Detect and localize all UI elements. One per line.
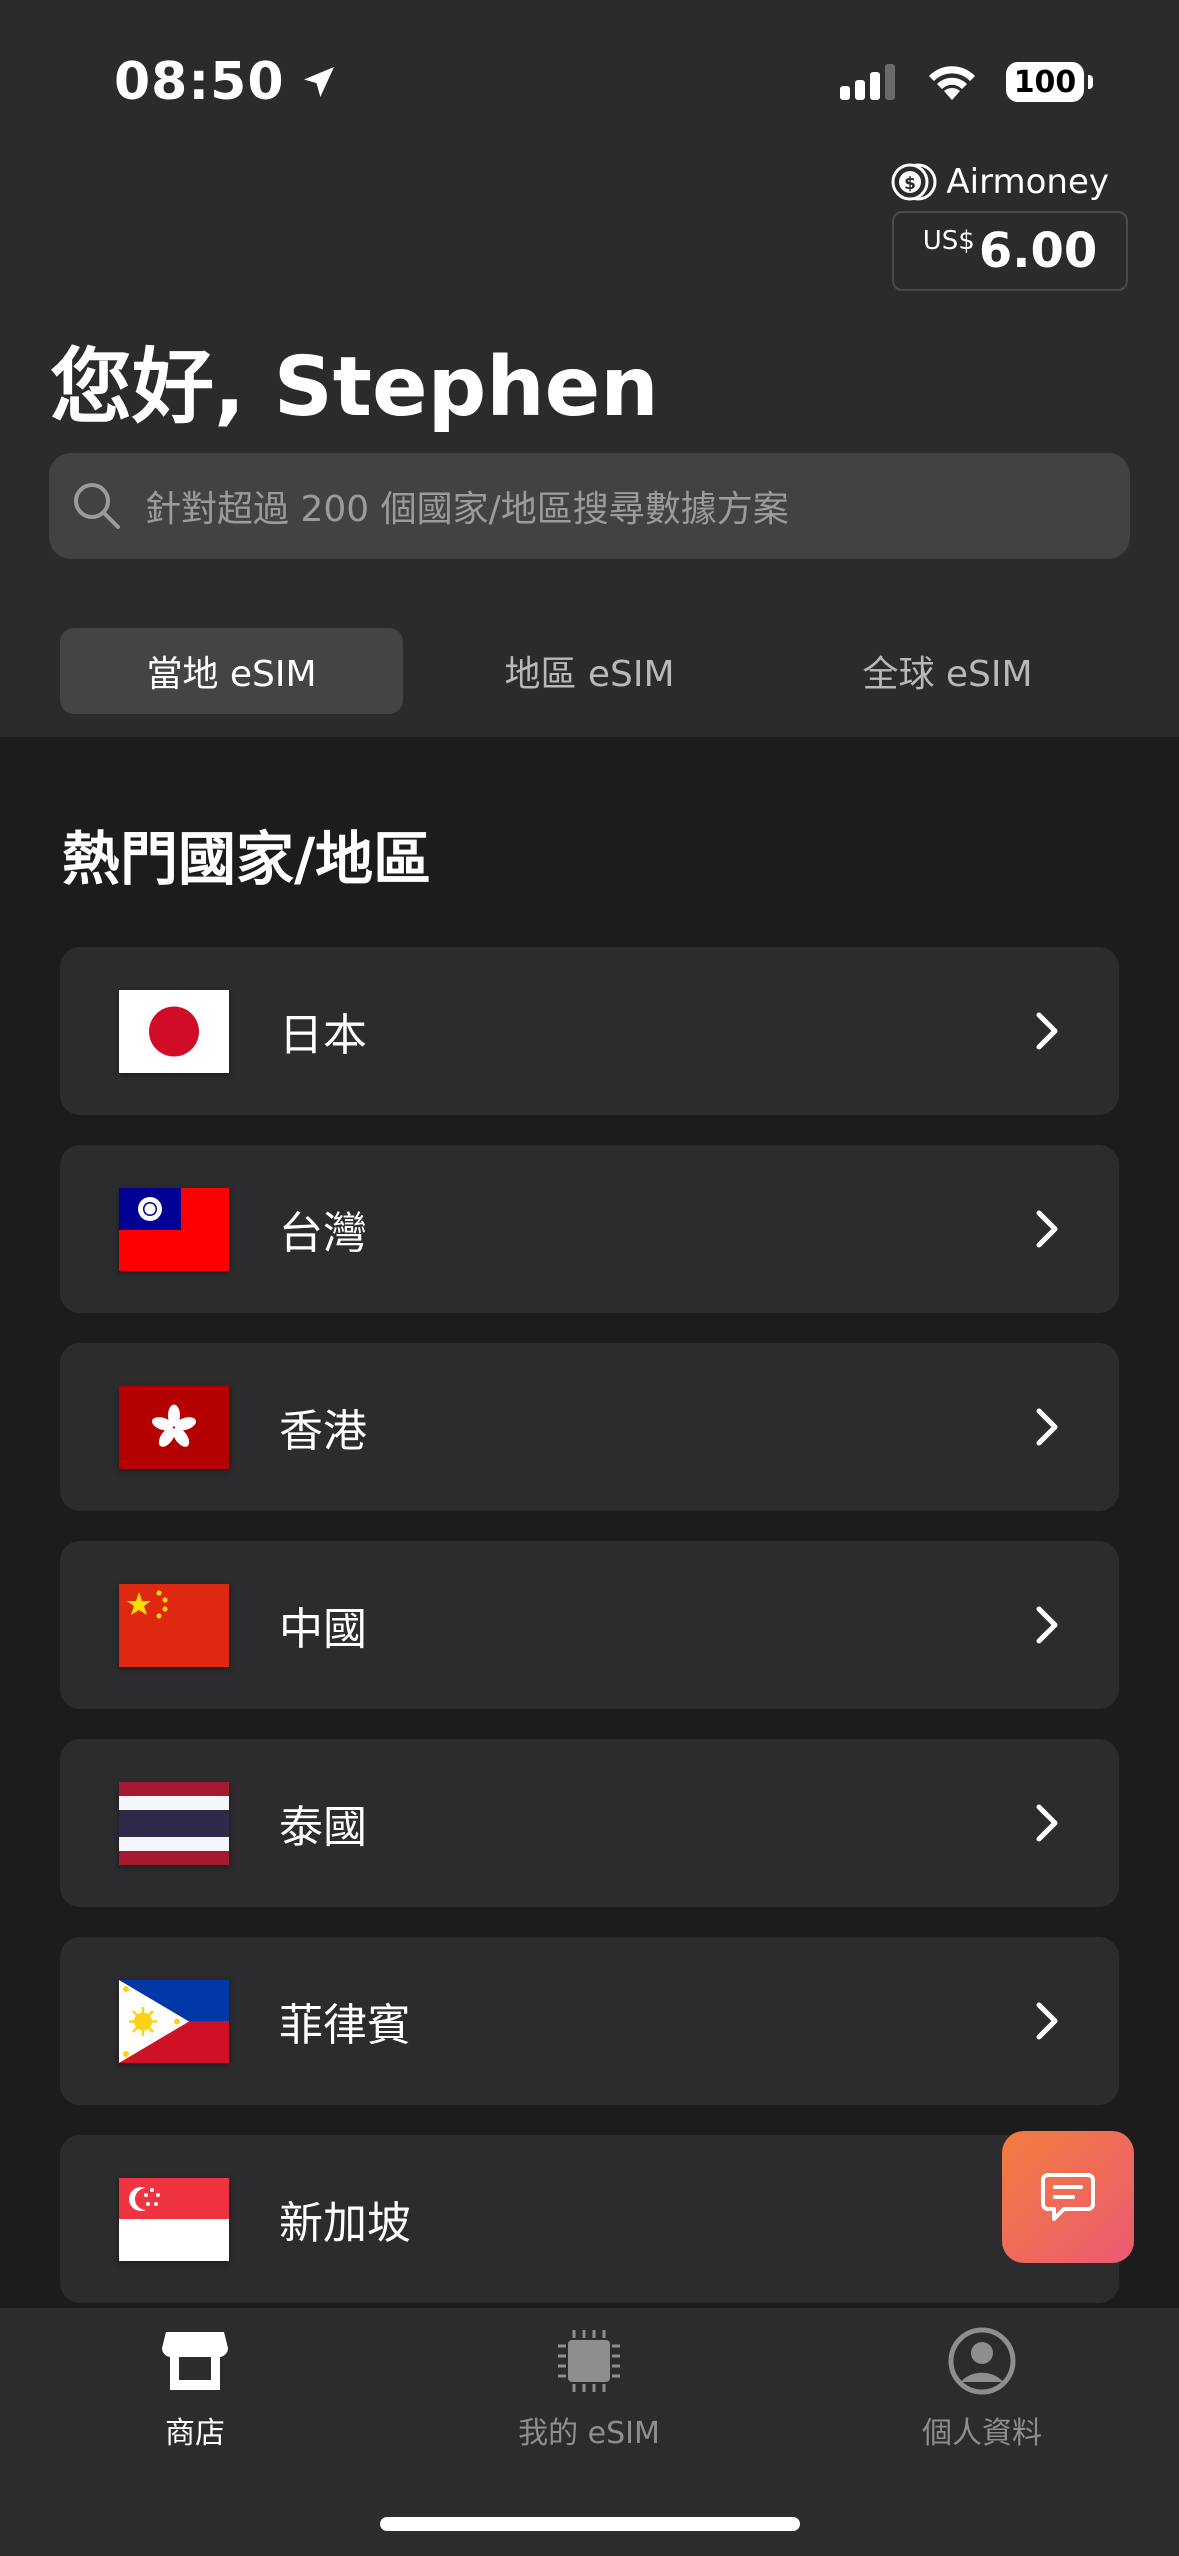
- chevron-right-icon: [1036, 1606, 1058, 1644]
- chevron-right-icon: [1036, 1804, 1058, 1842]
- tab-local-esim[interactable]: 當地 eSIM: [60, 628, 403, 714]
- search-placeholder: 針對超過 200 個國家/地區搜尋數據方案: [145, 489, 789, 530]
- japan-flag-icon: [119, 989, 229, 1073]
- profile-icon: [948, 2327, 1016, 2395]
- nav-item-profile[interactable]: 個人資料: [832, 2326, 1132, 2452]
- balance-amount: 6.00: [978, 223, 1098, 279]
- search-input[interactable]: 針對超過 200 個國家/地區搜尋數據方案: [49, 453, 1130, 559]
- country-item-japan[interactable]: 日本: [60, 947, 1119, 1115]
- svg-text:$: $: [904, 174, 916, 194]
- country-name: 日本: [279, 1010, 367, 1061]
- nav-label: 商店: [165, 2416, 225, 2451]
- country-list: 日本 台灣 香港 中國 泰國 菲律賓 新加坡: [60, 947, 1119, 2333]
- country-name: 菲律賓: [279, 2000, 411, 2051]
- tab-regional-esim[interactable]: 地區 eSIM: [418, 628, 761, 714]
- nav-item-store[interactable]: 商店: [45, 2326, 345, 2452]
- store-icon: [162, 2332, 228, 2390]
- nav-label: 我的 eSIM: [518, 2416, 660, 2451]
- balance-box[interactable]: US$ 6.00: [892, 211, 1128, 291]
- chevron-right-icon: [1036, 1012, 1058, 1050]
- airmoney-coin-icon: $: [891, 163, 937, 201]
- country-item-taiwan[interactable]: 台灣: [60, 1145, 1119, 1313]
- country-item-china[interactable]: 中國: [60, 1541, 1119, 1709]
- country-item-philippines[interactable]: 菲律賓: [60, 1937, 1119, 2105]
- header: 08:50 100 $ Airmoney US$ 6.00 您好, Stephe…: [0, 0, 1179, 737]
- battery-level: 100: [1013, 64, 1077, 100]
- philippines-flag-icon: [119, 1979, 229, 2063]
- time-text: 08:50: [114, 52, 285, 112]
- esim-type-tabs: 當地 eSIM 地區 eSIM 全球 eSIM: [60, 628, 1119, 714]
- nav-item-my-esim[interactable]: 我的 eSIM: [439, 2326, 739, 2452]
- home-indicator[interactable]: [380, 2517, 800, 2531]
- thailand-flag-icon: [119, 1781, 229, 1865]
- tab-global-esim[interactable]: 全球 eSIM: [776, 628, 1119, 714]
- popular-countries-title: 熱門國家/地區: [62, 825, 432, 893]
- wifi-icon: [929, 66, 975, 100]
- country-item-thailand[interactable]: 泰國: [60, 1739, 1119, 1907]
- country-item-hong-kong[interactable]: 香港: [60, 1343, 1119, 1511]
- chevron-right-icon: [1036, 1210, 1058, 1248]
- status-bar-time: 08:50: [114, 52, 339, 112]
- china-flag-icon: [119, 1583, 229, 1667]
- airmoney-label[interactable]: $ Airmoney: [890, 162, 1109, 202]
- cellular-signal-icon: [840, 64, 895, 100]
- balance-currency: US$: [922, 226, 975, 256]
- singapore-flag-icon: [119, 2177, 229, 2261]
- chat-support-button[interactable]: [1002, 2131, 1134, 2263]
- country-name: 香港: [279, 1406, 367, 1457]
- nav-label: 個人資料: [922, 2416, 1042, 2451]
- location-arrow-icon: [303, 67, 334, 97]
- country-item-singapore[interactable]: 新加坡: [60, 2135, 1119, 2303]
- sim-chip-icon: [558, 2330, 620, 2392]
- chevron-right-icon: [1036, 2002, 1058, 2040]
- chat-bubble-icon: [1041, 2173, 1095, 2221]
- battery-indicator: 100: [1006, 62, 1093, 102]
- country-name: 新加坡: [279, 2198, 411, 2249]
- taiwan-flag-icon: [119, 1187, 229, 1271]
- country-name: 泰國: [279, 1802, 367, 1853]
- airmoney-text: Airmoney: [946, 162, 1109, 202]
- country-name: 中國: [279, 1604, 367, 1655]
- hong-kong-flag-icon: [119, 1385, 229, 1469]
- country-name: 台灣: [279, 1208, 367, 1259]
- chevron-right-icon: [1036, 1408, 1058, 1446]
- greeting-title: 您好, Stephen: [50, 340, 659, 435]
- search-icon: [74, 483, 120, 529]
- status-icons: 100: [840, 62, 1093, 102]
